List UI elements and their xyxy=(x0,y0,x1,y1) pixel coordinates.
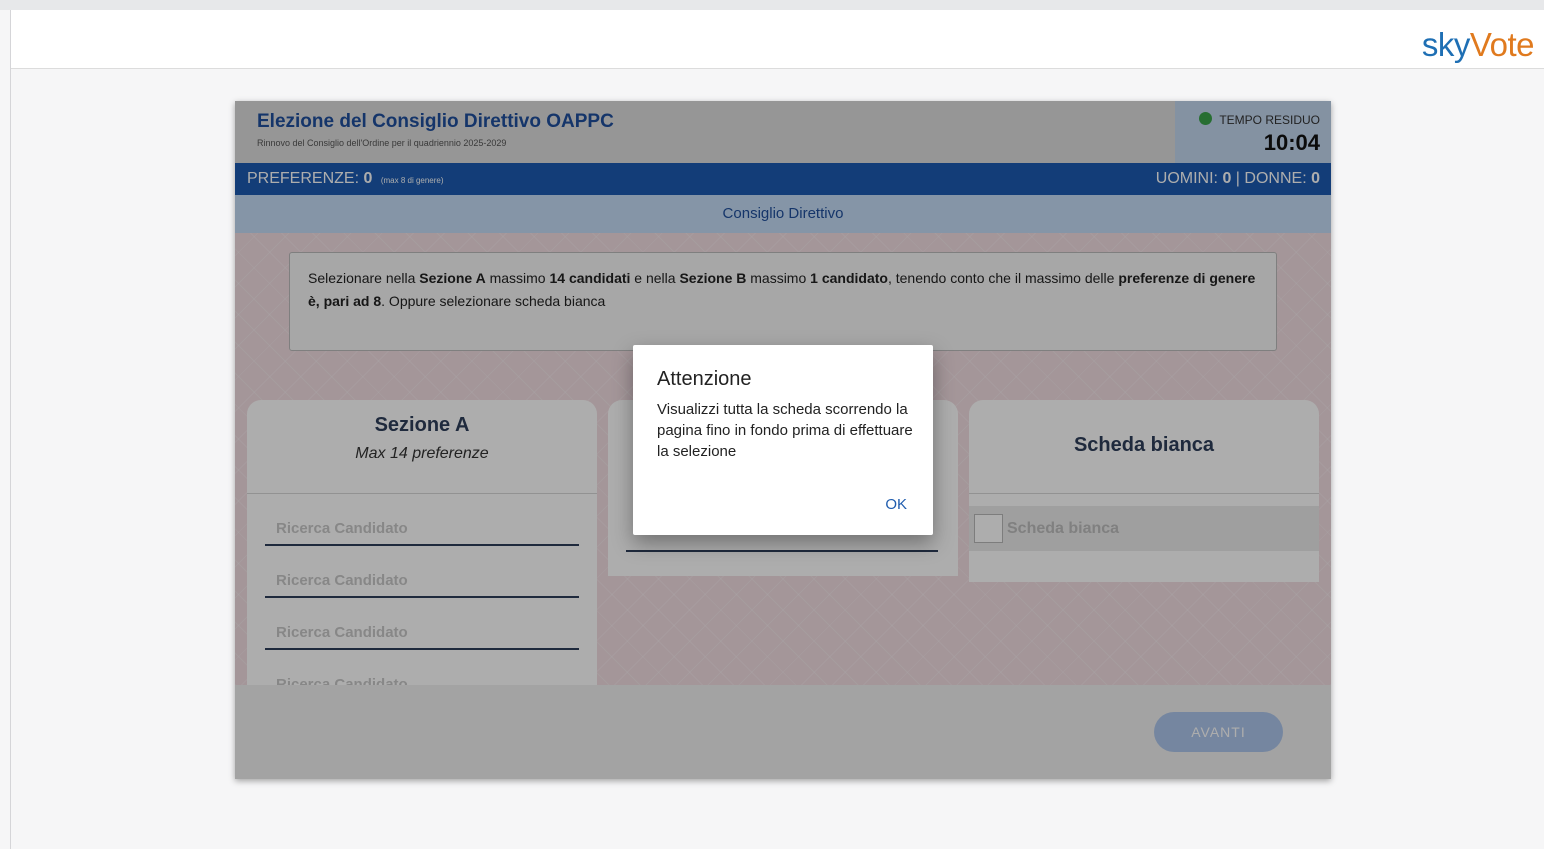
browser-top-edge xyxy=(0,0,1544,10)
dialog-message: Visualizzi tutta la scheda scorrendo la … xyxy=(657,401,913,460)
logo-sky-text: sky xyxy=(1421,26,1471,63)
dialog-title: Attenzione xyxy=(657,368,752,390)
logo-vote-text: Vote xyxy=(1469,26,1535,63)
window-left-border xyxy=(10,10,11,849)
attention-dialog: Attenzione Visualizzi tutta la scheda sc… xyxy=(633,345,933,535)
skyvote-logo: skyVote xyxy=(1421,26,1535,64)
dialog-ok-button[interactable]: OK xyxy=(885,496,907,513)
app-topbar: skyVote xyxy=(11,10,1544,69)
